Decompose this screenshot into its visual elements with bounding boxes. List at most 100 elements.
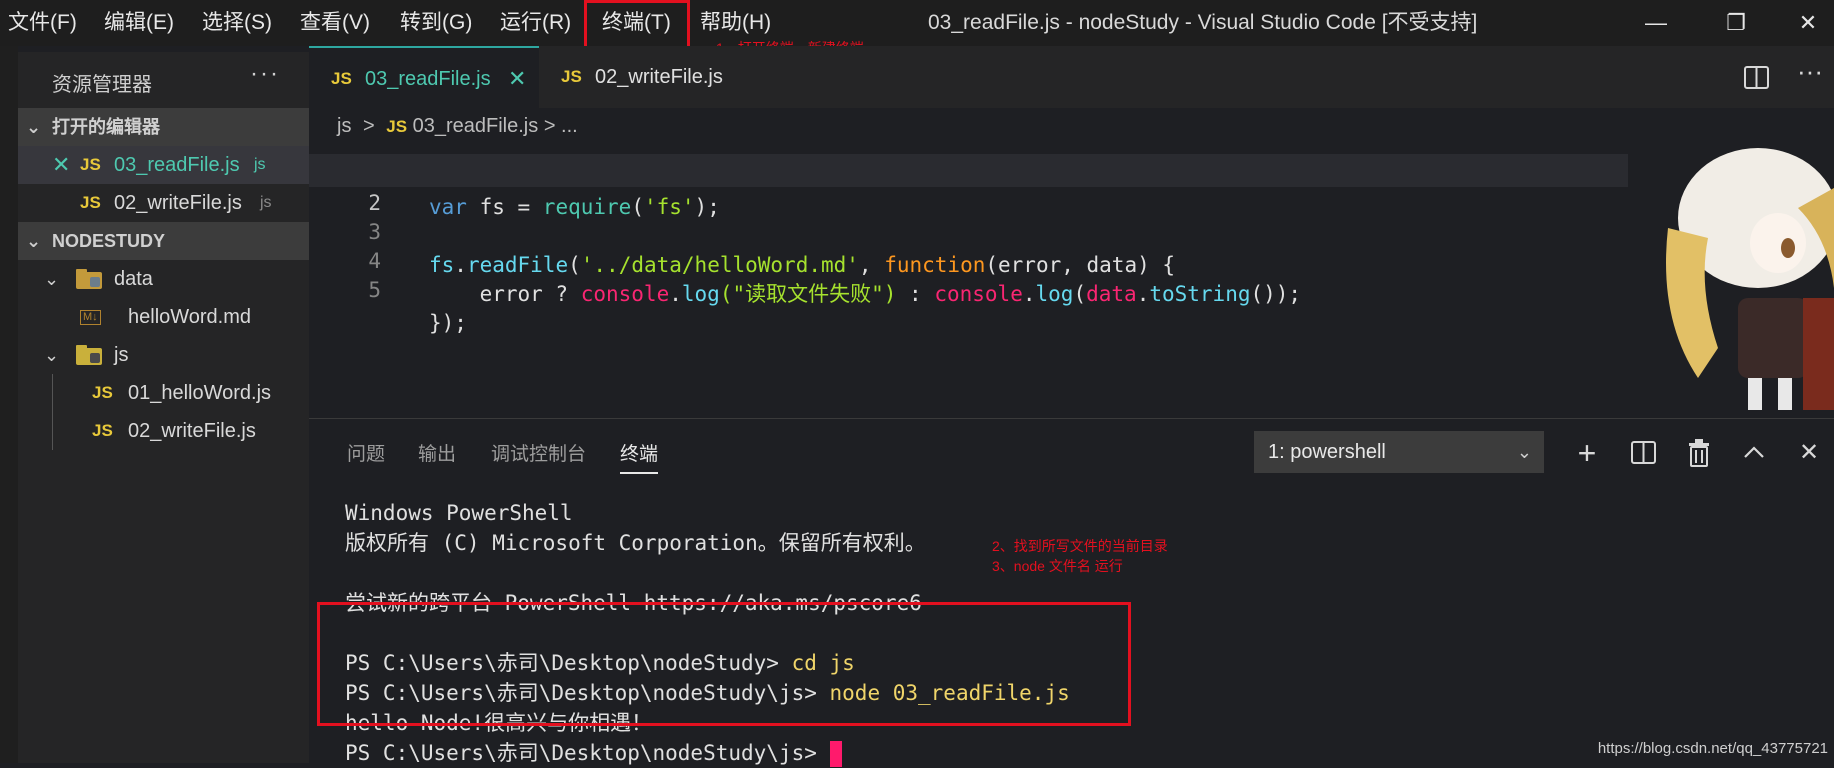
token: data xyxy=(1086,282,1137,306)
folder-icon xyxy=(76,345,102,365)
editor-tab-bar: JS 03_readFile.js ✕ JS 02_writeFile.js ·… xyxy=(309,46,1834,108)
restore-button[interactable]: ❐ xyxy=(1706,0,1766,46)
terminal-select[interactable]: 1: powershell ⌄ xyxy=(1254,431,1544,473)
terminal-line: 版权所有 (C) Microsoft Corporation。保留所有权利。 xyxy=(345,531,926,555)
maximize-panel-icon[interactable] xyxy=(1743,445,1765,459)
open-editor-item[interactable]: JS 02_writeFile.js js xyxy=(18,184,309,222)
file-item[interactable]: M↓ helloWord.md xyxy=(18,298,309,336)
token: . xyxy=(1022,282,1036,306)
menu-edit[interactable]: 编辑(E) xyxy=(104,0,174,46)
js-file-icon: JS xyxy=(80,193,101,212)
close-panel-icon[interactable]: ✕ xyxy=(1789,433,1829,473)
token: }); xyxy=(429,311,467,335)
terminal-prompt-line[interactable]: PS C:\Users\赤司\Desktop\nodeStudy\js> xyxy=(345,738,842,768)
highlight-terminal-commands xyxy=(317,602,1131,726)
more-actions-icon[interactable]: ··· xyxy=(1797,56,1823,87)
file-item[interactable]: JS 01_helloWord.js xyxy=(18,374,309,412)
menu-selection[interactable]: 选择(S) xyxy=(202,0,272,46)
close-icon[interactable]: ✕ xyxy=(508,48,526,110)
token: toString xyxy=(1149,282,1251,306)
token: . xyxy=(669,282,682,306)
window-title: 03_readFile.js - nodeStudy - Visual Stud… xyxy=(928,11,1478,34)
more-actions-icon[interactable]: ··· xyxy=(250,60,280,88)
folder-name: data xyxy=(114,268,153,290)
token: log xyxy=(681,282,720,306)
explorer-title: 资源管理器 xyxy=(52,74,152,96)
js-file-icon: JS xyxy=(80,155,101,174)
workspace-header[interactable]: ⌄ NODESTUDY xyxy=(18,222,309,260)
js-file-icon: JS xyxy=(92,421,113,440)
open-editor-hint: js xyxy=(260,194,272,211)
token: ("读取文件失败") xyxy=(719,282,897,306)
js-file-icon: JS xyxy=(331,69,352,88)
breadcrumb: js > JS 03_readFile.js > ... xyxy=(337,115,578,138)
terminal-cursor xyxy=(829,741,842,767)
token: . xyxy=(1136,282,1150,306)
prompt: PS C:\Users\赤司\Desktop\nodeStudy\js> xyxy=(345,741,830,765)
open-editor-item[interactable]: ✕ JS 03_readFile.js js xyxy=(18,146,309,184)
terminal-line: Windows PowerShell xyxy=(345,501,573,525)
folder-data[interactable]: ⌄ data xyxy=(18,260,309,298)
add-terminal-icon[interactable]: + xyxy=(1567,433,1607,473)
token: ()); xyxy=(1250,282,1302,306)
file-name: 01_helloWord.js xyxy=(128,382,272,404)
file-item[interactable]: JS 02_writeFile.js xyxy=(18,412,309,450)
open-editor-hint: js xyxy=(254,156,266,173)
markdown-icon: M↓ xyxy=(80,310,101,325)
terminal-select-value: 1: powershell xyxy=(1268,441,1386,463)
tab-writefile[interactable]: JS 02_writeFile.js xyxy=(539,46,739,108)
file-name: helloWord.md xyxy=(128,306,252,328)
file-name: 02_writeFile.js xyxy=(128,420,256,442)
explorer-sidebar: 资源管理器 ··· ⌄ 打开的编辑器 ✕ JS 03_readFile.js j… xyxy=(18,52,309,763)
line-number: 5 xyxy=(368,278,381,302)
breadcrumb-file[interactable]: 03_readFile.js xyxy=(413,115,539,137)
tab-debug-console[interactable]: 调试控制台 xyxy=(491,439,586,466)
tab-output[interactable]: 输出 xyxy=(418,439,456,466)
tab-problems[interactable]: 问题 xyxy=(347,439,385,466)
minimize-button[interactable]: — xyxy=(1626,0,1686,46)
js-file-icon: JS xyxy=(92,383,113,402)
title-bar: 文件(F) 编辑(E) 选择(S) 查看(V) 转到(G) 运行(R) 终端(T… xyxy=(0,0,1834,46)
tab-readfile[interactable]: JS 03_readFile.js ✕ xyxy=(309,46,539,108)
close-window-button[interactable]: ✕ xyxy=(1778,0,1834,46)
close-icon[interactable]: ✕ xyxy=(52,146,70,184)
chevron-down-icon: ⌄ xyxy=(44,345,60,365)
trash-icon[interactable] xyxy=(1687,439,1711,467)
watermark: https://blog.csdn.net/qq_43775721 xyxy=(1597,740,1828,757)
annotation-step3: 3、node 文件名 运行 xyxy=(992,558,1123,574)
menu-view[interactable]: 查看(V) xyxy=(300,0,370,46)
breadcrumb-tail[interactable]: > ... xyxy=(544,115,578,137)
tab-terminal[interactable]: 终端 xyxy=(620,439,659,474)
workspace-label: NODESTUDY xyxy=(52,231,166,251)
folder-name: js xyxy=(114,344,129,366)
activity-bar xyxy=(0,46,18,763)
token: ( xyxy=(1073,282,1087,306)
token: console xyxy=(580,282,670,306)
open-editors-header[interactable]: ⌄ 打开的编辑器 xyxy=(18,108,309,146)
menu-run[interactable]: 运行(R) xyxy=(500,0,571,46)
folder-js[interactable]: ⌄ js xyxy=(18,336,309,374)
open-editor-name: 03_readFile.js xyxy=(114,154,240,176)
annotation-step2: 2、找到所写文件的当前目录 xyxy=(992,538,1168,554)
split-editor-icon[interactable] xyxy=(1744,66,1770,90)
js-file-icon: JS xyxy=(386,117,408,136)
token: console xyxy=(934,282,1023,306)
token: log xyxy=(1035,282,1074,306)
token: : xyxy=(896,282,935,306)
breadcrumb-separator: > xyxy=(363,115,375,137)
code-editor[interactable]: 1 var fs = require('fs'); 2 3 fs.readFil… xyxy=(309,108,1834,418)
tab-label: 03_readFile.js xyxy=(365,68,491,90)
chevron-down-icon: ⌄ xyxy=(26,117,42,137)
code-line: 5 }); xyxy=(309,241,1834,335)
chevron-down-icon: ⌄ xyxy=(44,269,60,289)
highlight-terminal-menu xyxy=(584,0,690,52)
tab-label: 02_writeFile.js xyxy=(595,66,723,88)
breadcrumb-folder[interactable]: js xyxy=(337,115,351,137)
open-editors-label: 打开的编辑器 xyxy=(52,117,160,137)
chevron-down-icon: ⌄ xyxy=(26,231,42,251)
menu-goto[interactable]: 转到(G) xyxy=(400,0,472,46)
split-terminal-icon[interactable] xyxy=(1631,441,1657,465)
token: error ? xyxy=(429,282,581,306)
menu-file[interactable]: 文件(F) xyxy=(8,0,77,46)
open-editor-name: 02_writeFile.js xyxy=(114,192,242,214)
